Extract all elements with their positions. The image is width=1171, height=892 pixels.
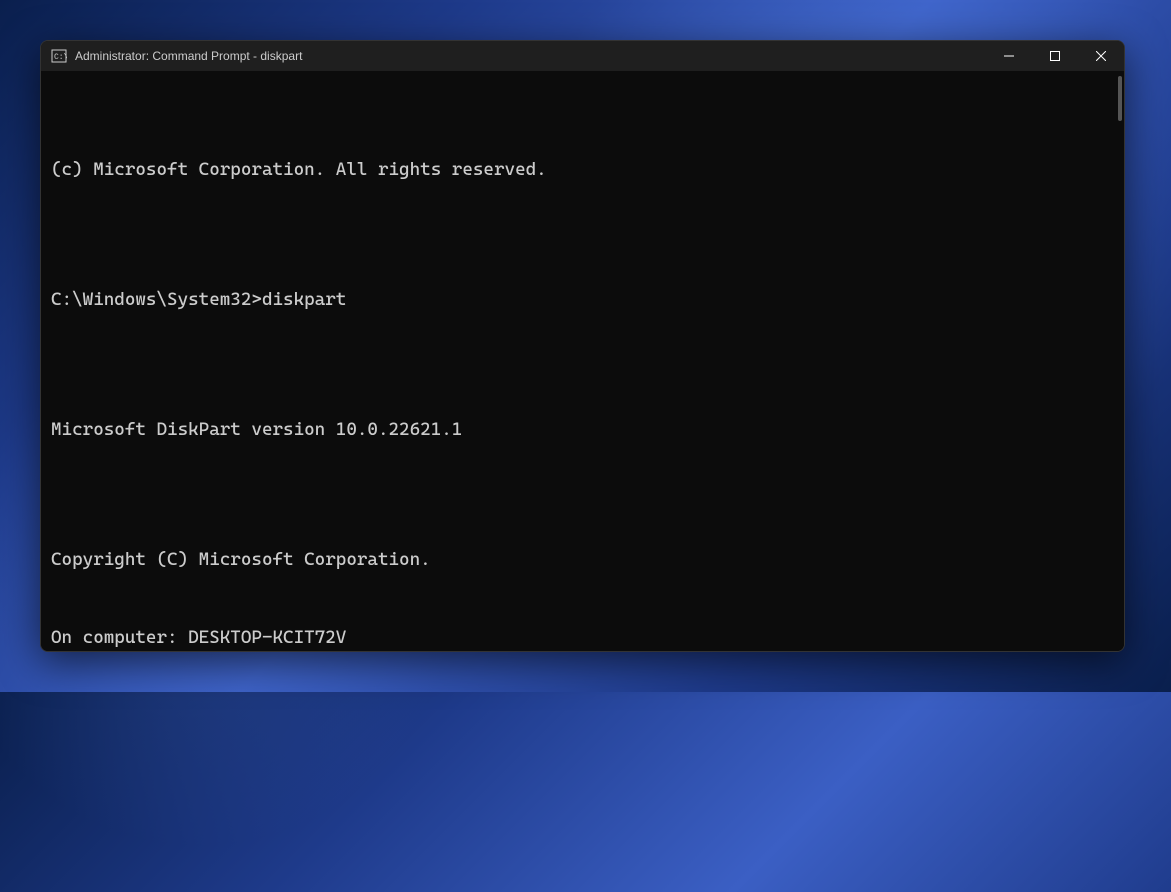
cmd-icon: C:\ [51, 48, 67, 64]
titlebar[interactable]: C:\ Administrator: Command Prompt - disk… [41, 41, 1124, 71]
window-title: Administrator: Command Prompt - diskpart [75, 49, 986, 63]
minimize-button[interactable] [986, 41, 1032, 71]
terminal-output[interactable]: (c) Microsoft Corporation. All rights re… [41, 71, 1124, 651]
window-controls [986, 41, 1124, 71]
scrollbar[interactable] [1118, 76, 1122, 121]
terminal-line: C:\Windows\System32>diskpart [51, 287, 1114, 313]
close-button[interactable] [1078, 41, 1124, 71]
svg-text:C:\: C:\ [54, 53, 67, 62]
terminal-line: (c) Microsoft Corporation. All rights re… [51, 157, 1114, 183]
terminal-line: On computer: DESKTOP-KCIT72V [51, 625, 1114, 651]
terminal-line: Copyright (C) Microsoft Corporation. [51, 547, 1114, 573]
command-prompt-window: C:\ Administrator: Command Prompt - disk… [40, 40, 1125, 652]
maximize-button[interactable] [1032, 41, 1078, 71]
terminal-line: Microsoft DiskPart version 10.0.22621.1 [51, 417, 1114, 443]
